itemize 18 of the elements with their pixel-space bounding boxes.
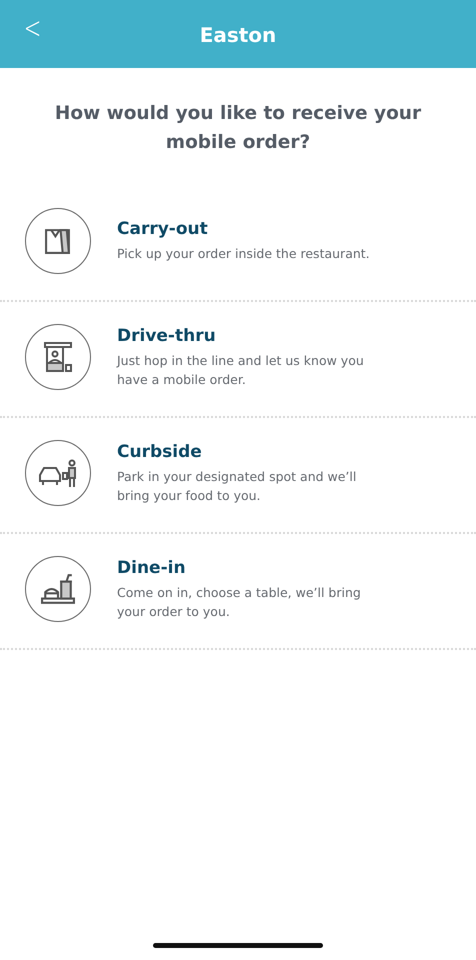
delivery-option[interactable]: Curbside Park in your designated spot and we’ll bring your food to you. (0, 418, 476, 534)
delivery-option[interactable]: Dine-in Come on in, choose a table, we’ll bring your order to you. (0, 534, 476, 650)
delivery-option[interactable]: Carry-out Pick up your order inside the restaurant. (0, 186, 476, 302)
screen-title: Easton (200, 23, 276, 47)
bag-icon (45, 227, 71, 255)
option-title: Dine-in (117, 558, 187, 578)
question-heading: How would you like to receive your mobile order? (54, 102, 422, 155)
service-window-icon (44, 342, 72, 372)
option-description: Just hop in the line and let us know you have a mobile order. (117, 352, 365, 388)
delivery-option[interactable]: Drive-thru Just hop in the line and let us know you have a mobile order. (0, 302, 476, 418)
option-title: Curbside (117, 442, 203, 462)
option-description: Park in your designated spot and we’ll bring your food to you. (117, 468, 358, 504)
option-title: Carry-out (117, 219, 209, 239)
option-title: Drive-thru (117, 326, 217, 346)
tray-food-icon (41, 574, 75, 604)
option-description: Pick up your order inside the restaurant. (117, 245, 371, 263)
option-description: Come on in, choose a table, we’ll bring your order to you. (117, 584, 362, 620)
car-person-icon (39, 458, 77, 488)
